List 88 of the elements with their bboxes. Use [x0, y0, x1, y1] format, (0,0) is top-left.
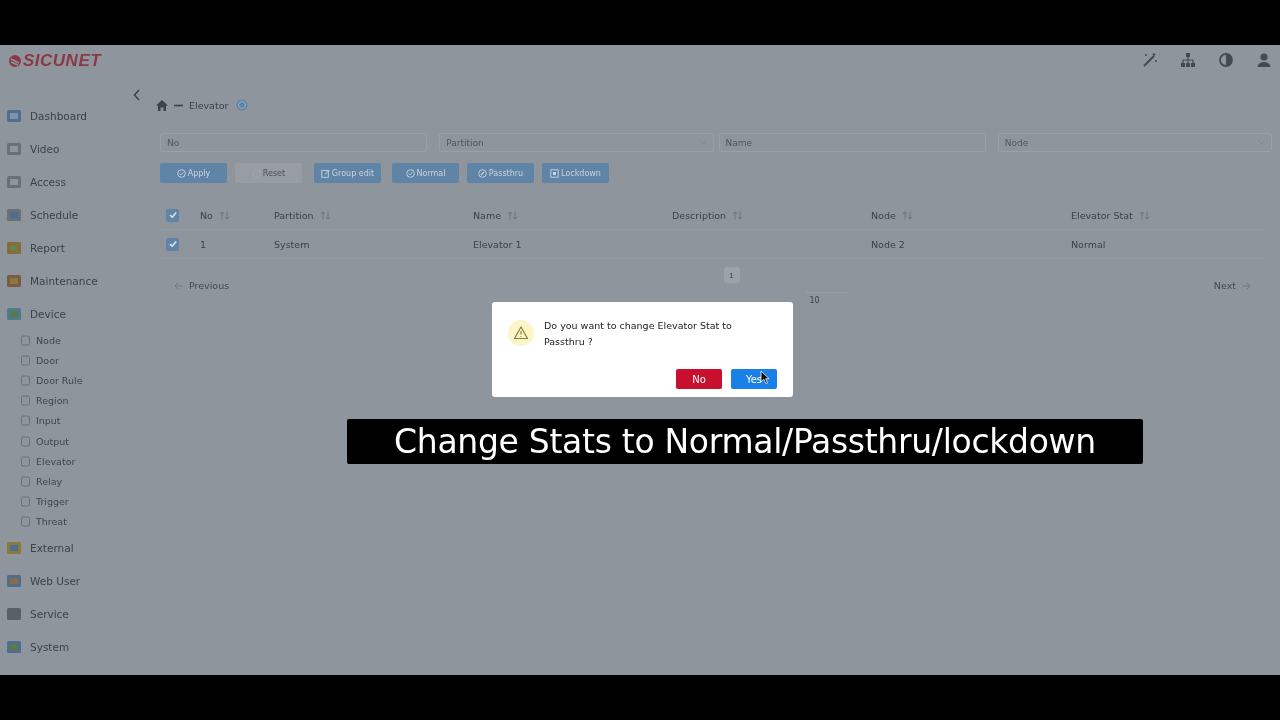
dash-icon: [174, 103, 183, 107]
breadcrumb-text: Elevator: [189, 99, 229, 111]
sidebar-subitem[interactable]: Region: [0, 390, 145, 411]
module-icon: [6, 272, 22, 289]
checkbox[interactable]: [166, 208, 179, 222]
home-icon: [156, 99, 168, 111]
column-header[interactable]: Node: [871, 209, 896, 221]
check-circle-icon: [176, 168, 186, 178]
toolbar-button[interactable]: Group edit: [314, 163, 381, 183]
sidebar-item[interactable]: Service: [0, 597, 145, 631]
arrow-right-icon: [1242, 281, 1251, 290]
module-icon: [6, 239, 22, 256]
table-cell: Node 2: [871, 238, 905, 250]
toolbar-button[interactable]: Apply: [160, 163, 227, 183]
module-icon: [6, 140, 22, 157]
compass-icon: [477, 168, 487, 178]
sidebar-item[interactable]: Dashboard: [0, 99, 145, 132]
hierarchy-button[interactable]: [1180, 52, 1196, 68]
next-button[interactable]: Next: [1207, 279, 1257, 292]
column-header[interactable]: No: [200, 209, 213, 221]
magic-wand-button[interactable]: [1142, 52, 1158, 68]
contrast-button[interactable]: [1218, 52, 1234, 68]
toolbar-button[interactable]: Normal: [392, 163, 459, 183]
sidebar-item[interactable]: Maintenance: [0, 264, 145, 297]
module-icon: [6, 639, 22, 656]
module-icon: [6, 173, 22, 190]
sort-icon: [319, 210, 331, 220]
sort-icon: [1138, 210, 1150, 220]
dialog-message: Do you want to change Elevator Stat to Passthru ?: [544, 319, 733, 349]
sort-icon: [218, 210, 230, 220]
logo-mark-icon: [8, 54, 22, 68]
module-icon: [6, 573, 22, 590]
toolbar-button[interactable]: Passthru: [467, 163, 534, 183]
input-field[interactable]: Name: [718, 133, 986, 152]
cursor-icon: [760, 370, 770, 384]
warning-icon: [508, 320, 534, 346]
sidebar-item[interactable]: Video: [0, 132, 145, 165]
table-cell: 1: [200, 238, 207, 250]
sidebar-subitem[interactable]: Input: [0, 410, 145, 431]
toolbar-button[interactable]: Lockdown: [542, 163, 609, 183]
select-field[interactable]: Node: [997, 133, 1272, 152]
input-field[interactable]: No: [160, 133, 428, 152]
module-icon: [6, 206, 22, 223]
module-icon: [6, 305, 22, 322]
page-button[interactable]: 1: [723, 267, 740, 283]
sort-icon: [732, 210, 744, 220]
sort-icon: [901, 210, 913, 220]
collapse-icon: [133, 89, 141, 101]
edit-icon: [320, 168, 330, 178]
column-header[interactable]: Partition: [274, 209, 314, 221]
sidebar-item[interactable]: External: [0, 531, 145, 565]
column-header[interactable]: Description: [672, 209, 727, 221]
arrow-left-icon: [174, 281, 183, 290]
sidebar-subitem[interactable]: Door: [0, 350, 145, 371]
module-icon: [6, 540, 22, 557]
previous-button[interactable]: Previous: [168, 279, 236, 292]
yes-button[interactable]: Yes: [731, 369, 777, 389]
table-cell: Elevator 1: [473, 238, 522, 250]
module-icon: [6, 107, 22, 124]
select-field[interactable]: Partition: [439, 133, 714, 152]
table-cell: System: [274, 238, 310, 250]
sidebar-item[interactable]: Device: [0, 297, 145, 330]
video-caption: Change Stats to Normal/Passthru/lockdown: [347, 419, 1143, 464]
checkbox[interactable]: [166, 237, 179, 251]
sort-icon: [507, 210, 519, 220]
sidebar-item[interactable]: System: [0, 630, 145, 664]
sidebar-subitem[interactable]: Relay: [0, 471, 145, 492]
module-icon: [6, 606, 22, 623]
logo-text: SICUNET: [23, 51, 102, 71]
column-header[interactable]: Name: [473, 209, 502, 221]
sidebar-item[interactable]: Schedule: [0, 198, 145, 231]
sidebar-subitem[interactable]: Door Rule: [0, 370, 145, 391]
sidebar-item[interactable]: Web User: [0, 564, 145, 598]
sidebar-item[interactable]: Access: [0, 165, 145, 198]
column-header[interactable]: Elevator Stat: [1071, 209, 1133, 221]
rows-per-page-select[interactable]: 10: [805, 292, 848, 307]
user-button[interactable]: [1256, 52, 1272, 68]
sidebar-item[interactable]: Report: [0, 231, 145, 264]
table-cell: Normal: [1071, 238, 1106, 250]
help-icon: [236, 99, 249, 111]
sidebar-subitem[interactable]: Trigger: [0, 491, 145, 512]
no-button[interactable]: No: [676, 369, 722, 389]
square-icon: [550, 168, 560, 178]
sidebar-subitem[interactable]: Elevator: [0, 451, 145, 472]
sidebar-subitem[interactable]: Output: [0, 430, 145, 452]
sidebar-subitem[interactable]: Threat: [0, 511, 145, 532]
check-circle-icon: [405, 168, 415, 178]
sidebar-subitem[interactable]: Node: [0, 330, 145, 351]
